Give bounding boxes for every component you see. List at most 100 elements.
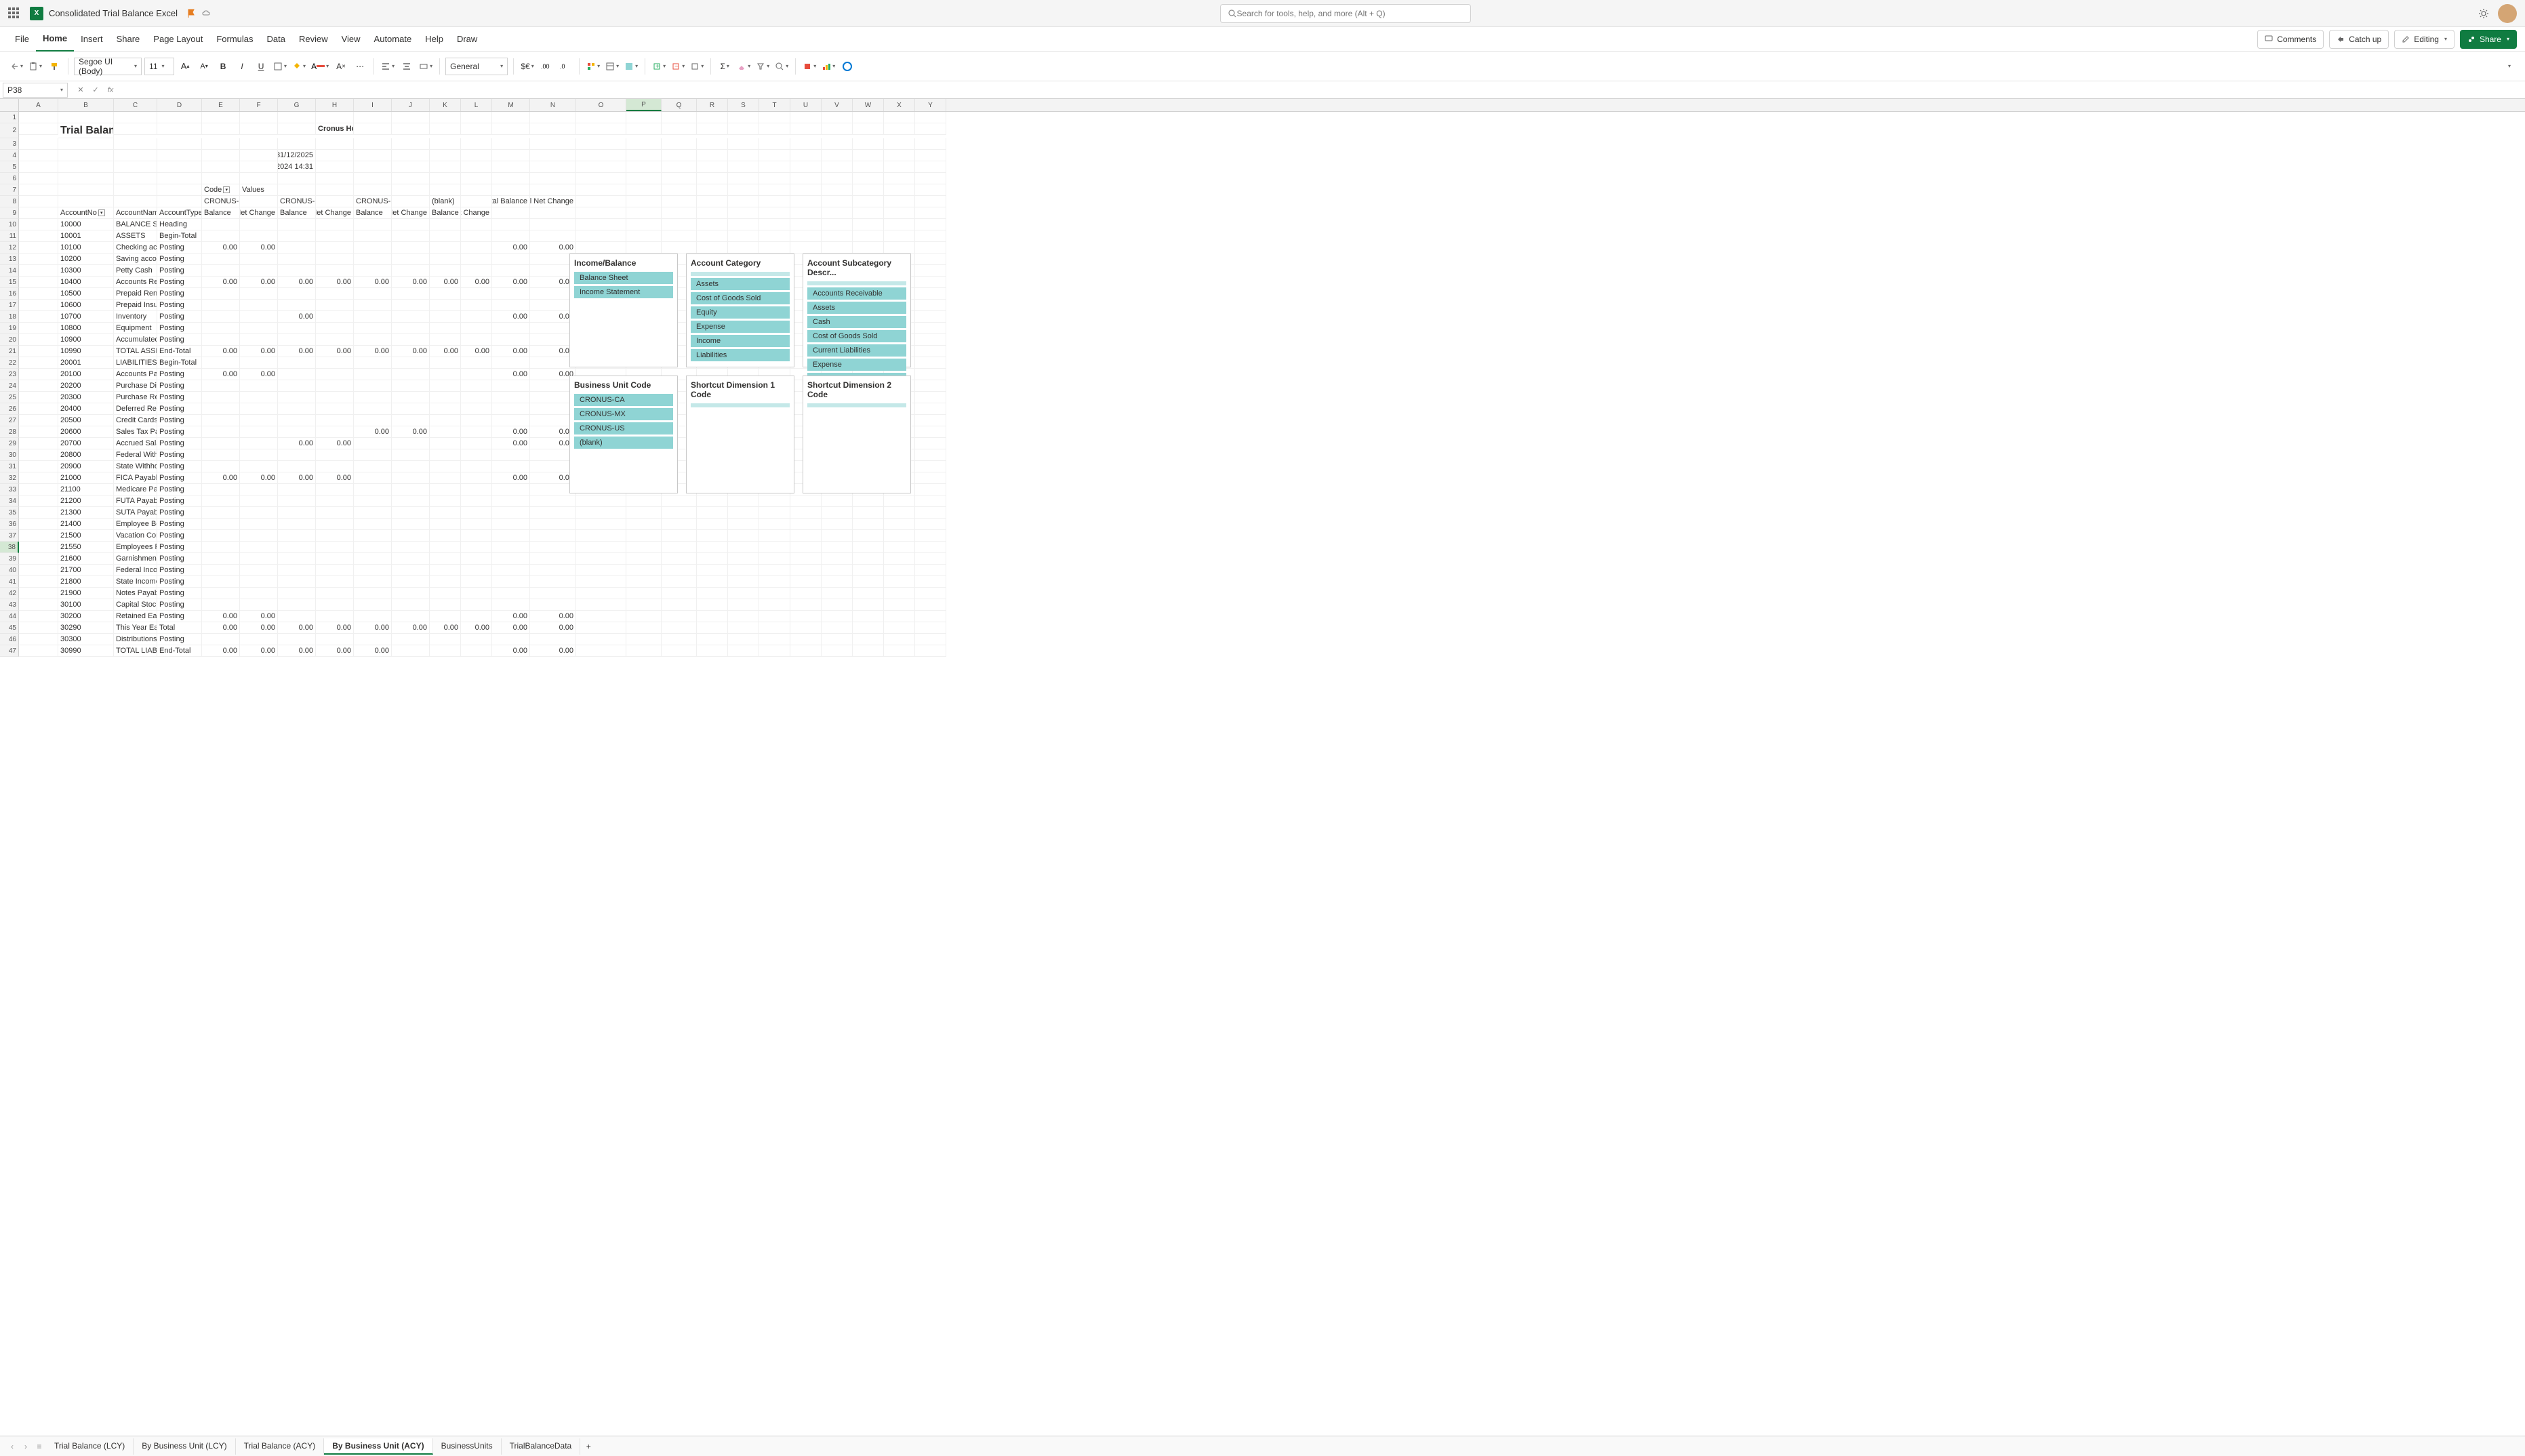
cell-K19[interactable] (430, 323, 461, 334)
font-name-select[interactable]: Segoe UI (Body)▾ (74, 58, 142, 75)
cell-B1[interactable] (58, 112, 114, 123)
slicer-item[interactable] (807, 403, 906, 407)
cell-I45[interactable]: 0.00 (354, 622, 392, 634)
borders-button[interactable]: ▾ (272, 57, 288, 76)
cell-A40[interactable] (19, 565, 58, 576)
slicer-item[interactable]: Cost of Goods Sold (807, 330, 906, 342)
cell-M21[interactable]: 0.00 (492, 346, 530, 357)
cell-J10[interactable] (392, 219, 430, 230)
cell-X9[interactable] (884, 207, 915, 219)
cell-M11[interactable] (492, 230, 530, 242)
slicer-item[interactable]: CRONUS-MX (574, 408, 673, 420)
italic-button[interactable]: I (234, 57, 250, 76)
cell-C11[interactable]: ASSETS (114, 230, 157, 242)
cell-L47[interactable] (461, 645, 492, 657)
cell-S42[interactable] (728, 588, 759, 599)
cell-W45[interactable] (853, 622, 884, 634)
cell-Q5[interactable] (662, 161, 697, 173)
col-header-O[interactable]: O (576, 99, 626, 111)
cell-M28[interactable]: 0.00 (492, 426, 530, 438)
cell-L33[interactable] (461, 484, 492, 496)
cell-G32[interactable]: 0.00 (278, 472, 316, 484)
cell-R7[interactable] (697, 184, 728, 196)
menu-view[interactable]: View (335, 27, 367, 52)
cell-P3[interactable] (626, 138, 662, 150)
cloud-sync-icon[interactable] (201, 7, 213, 20)
slicer-item[interactable] (691, 403, 790, 407)
cell-N45[interactable]: 0.00 (530, 622, 576, 634)
cell-I10[interactable] (354, 219, 392, 230)
cell-E6[interactable] (202, 173, 240, 184)
slicer-item[interactable]: Current Liabilities (807, 344, 906, 357)
cell-U35[interactable] (790, 507, 822, 519)
cell-F9[interactable]: Net Change (240, 207, 278, 219)
cell-L5[interactable] (461, 161, 492, 173)
cell-A14[interactable] (19, 265, 58, 277)
cell-G35[interactable] (278, 507, 316, 519)
cell-D4[interactable] (157, 150, 202, 161)
cell-P34[interactable] (626, 496, 662, 507)
cell-J37[interactable] (392, 530, 430, 542)
row-header-44[interactable]: 44 (0, 611, 19, 622)
cell-L45[interactable]: 0.00 (461, 622, 492, 634)
cell-G15[interactable]: 0.00 (278, 277, 316, 288)
cell-X3[interactable] (884, 138, 915, 150)
menu-data[interactable]: Data (260, 27, 292, 52)
cell-I33[interactable] (354, 484, 392, 496)
cell-X46[interactable] (884, 634, 915, 645)
find-button[interactable]: ▾ (773, 57, 790, 76)
cell-Y1[interactable] (915, 112, 946, 123)
cell-P39[interactable] (626, 553, 662, 565)
cell-Y32[interactable] (915, 472, 946, 484)
cell-H32[interactable]: 0.00 (316, 472, 354, 484)
slicer-item[interactable] (807, 281, 906, 285)
cell-I43[interactable] (354, 599, 392, 611)
cell-Q8[interactable] (662, 196, 697, 207)
cell-W42[interactable] (853, 588, 884, 599)
cell-R40[interactable] (697, 565, 728, 576)
cell-A36[interactable] (19, 519, 58, 530)
cell-Y6[interactable] (915, 173, 946, 184)
cell-B23[interactable]: 20100 (58, 369, 114, 380)
row-header-26[interactable]: 26 (0, 403, 19, 415)
cell-M27[interactable] (492, 415, 530, 426)
cell-N42[interactable] (530, 588, 576, 599)
cell-U44[interactable] (790, 611, 822, 622)
cell-J19[interactable] (392, 323, 430, 334)
cell-B39[interactable]: 21600 (58, 553, 114, 565)
cell-A33[interactable] (19, 484, 58, 496)
cell-V37[interactable] (822, 530, 853, 542)
cell-V35[interactable] (822, 507, 853, 519)
col-header-T[interactable]: T (759, 99, 790, 111)
cell-B41[interactable]: 21800 (58, 576, 114, 588)
slicer-income-balance[interactable]: Income/BalanceBalance SheetIncome Statem… (569, 254, 678, 367)
cell-W35[interactable] (853, 507, 884, 519)
cell-U8[interactable] (790, 196, 822, 207)
cell-P11[interactable] (626, 230, 662, 242)
format-painter-button[interactable] (46, 57, 62, 76)
cell-D25[interactable]: Posting (157, 392, 202, 403)
formula-input[interactable] (121, 83, 2525, 98)
cell-Y14[interactable] (915, 265, 946, 277)
cell-J44[interactable] (392, 611, 430, 622)
cell-L22[interactable] (461, 357, 492, 369)
cell-G2[interactable] (278, 123, 316, 135)
col-header-V[interactable]: V (822, 99, 853, 111)
row-header-9[interactable]: 9 (0, 207, 19, 219)
cell-B5[interactable] (58, 161, 114, 173)
cell-F13[interactable] (240, 254, 278, 265)
cell-I4[interactable] (354, 150, 392, 161)
cell-X40[interactable] (884, 565, 915, 576)
cell-J6[interactable] (392, 173, 430, 184)
cell-V46[interactable] (822, 634, 853, 645)
cell-D37[interactable]: Posting (157, 530, 202, 542)
cell-C4[interactable] (114, 150, 157, 161)
cell-E1[interactable] (202, 112, 240, 123)
decrease-decimal-button[interactable]: .0 (557, 57, 573, 76)
cell-D5[interactable] (157, 161, 202, 173)
cell-D11[interactable]: Begin-Total (157, 230, 202, 242)
cell-E43[interactable] (202, 599, 240, 611)
cell-U9[interactable] (790, 207, 822, 219)
cell-O36[interactable] (576, 519, 626, 530)
cell-J20[interactable] (392, 334, 430, 346)
